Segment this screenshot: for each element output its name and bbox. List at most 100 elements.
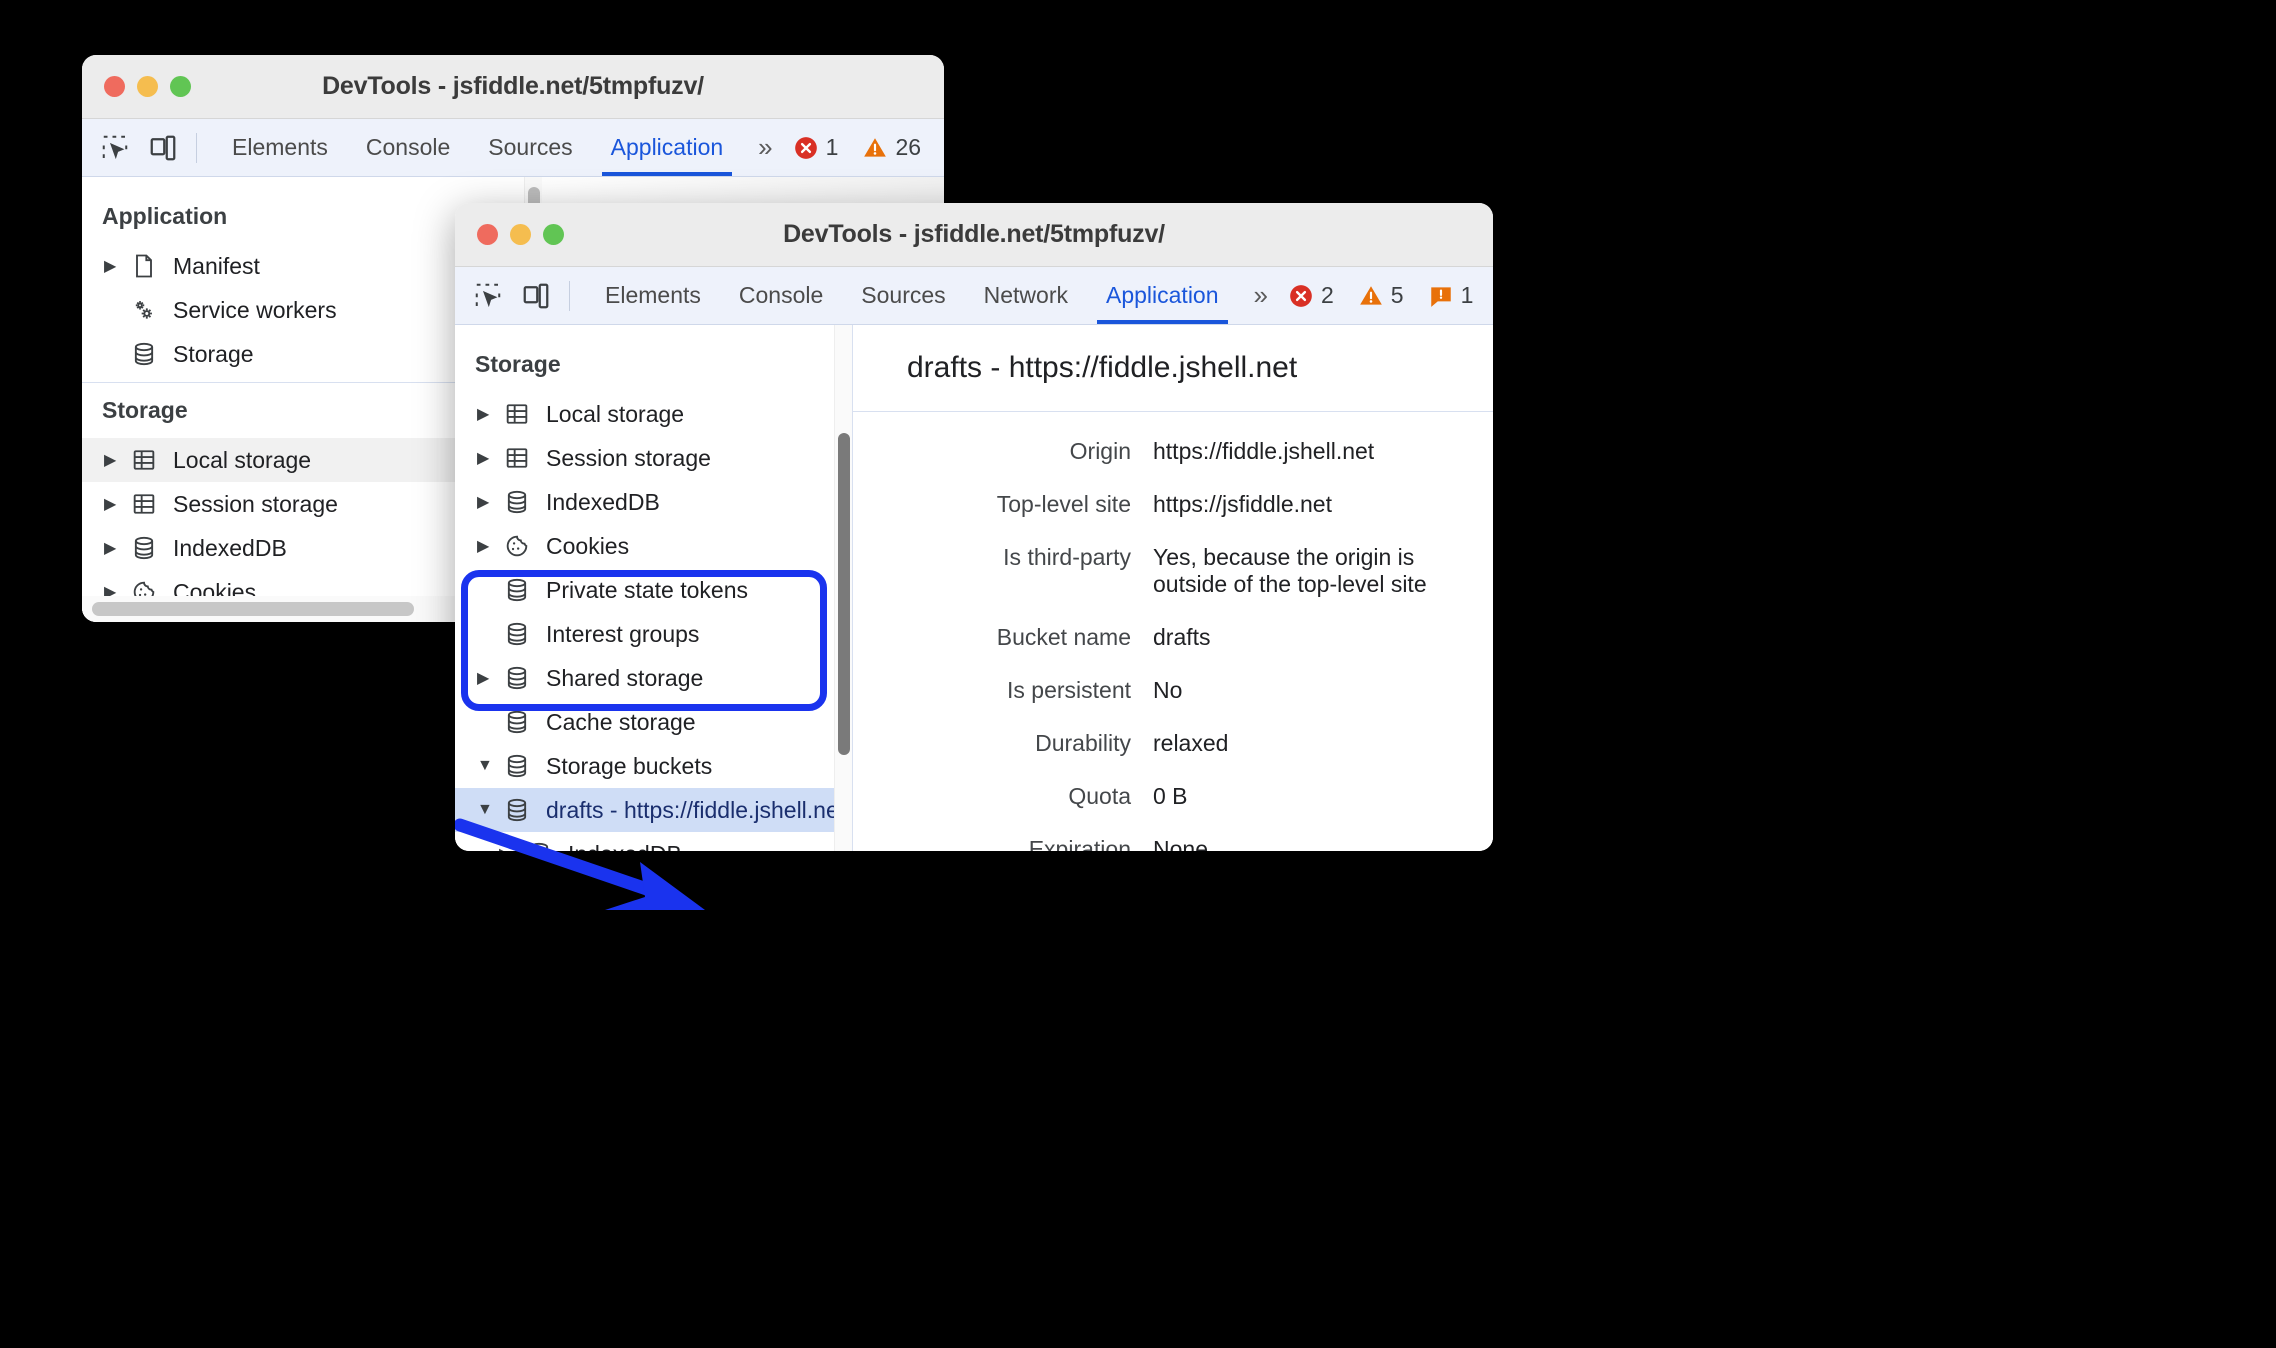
tree-item-indexeddb[interactable]: ▶ IndexedDB [455, 832, 852, 851]
tab-application[interactable]: Application [592, 119, 743, 176]
tree-item-private-state-tokens[interactable]: ▶Private state tokens [455, 568, 852, 612]
section-title: Storage [475, 351, 561, 377]
more-tabs-icon[interactable]: » [1238, 280, 1280, 311]
warning-count: 5 [1390, 282, 1404, 308]
sidebar-vscrollbar-front[interactable] [834, 325, 852, 851]
database-icon [503, 796, 533, 824]
window-title: DevTools - jsfiddle.net/5tmpfuzv/ [322, 72, 704, 100]
tree-item-local-storage[interactable]: ▶ Local storage [455, 392, 852, 436]
tree-item-drafts-https-fiddle-jshell-net[interactable]: ▼ drafts - https://fiddle.jshell.net [455, 788, 852, 832]
table-icon [503, 444, 533, 472]
tree-item-cookies[interactable]: ▶ Cookies [455, 524, 852, 568]
property-key: Expiration [1028, 836, 1131, 851]
property-row: Quota 0 B [853, 783, 1493, 810]
error-counter[interactable]: 2 [1280, 282, 1342, 309]
issue-count: 1 [1460, 282, 1474, 308]
property-row: Is third-party Yes, because the origin is… [853, 544, 1493, 598]
table-icon [503, 400, 533, 428]
error-icon [1290, 284, 1312, 307]
tree-item-interest-groups[interactable]: ▶Interest groups [455, 612, 852, 656]
devtools-tool-icons [82, 132, 213, 163]
chevron-right-icon[interactable]: ▶ [477, 536, 503, 556]
tree-item-indexeddb[interactable]: ▶ IndexedDB [455, 480, 852, 524]
window-title: DevTools - jsfiddle.net/5tmpfuzv/ [783, 220, 1165, 248]
chevron-down-icon[interactable]: ▼ [477, 801, 503, 819]
property-key: Bucket name [996, 624, 1131, 650]
device-toolbar-icon[interactable] [148, 133, 178, 163]
chevron-right-icon[interactable]: ▶ [477, 404, 503, 424]
tree-item-label: Session storage [546, 444, 711, 471]
tree-item-storage-buckets[interactable]: ▼ Storage buckets [455, 744, 852, 788]
property-row: Expiration None [853, 836, 1493, 851]
application-tree-front[interactable]: Storage ▶ Local storage ▶ Session storage ▶ In… [455, 325, 852, 851]
scrollbar-thumb[interactable] [92, 602, 414, 616]
tab-console[interactable]: Console [720, 267, 842, 324]
tab-network[interactable]: Network [965, 267, 1087, 324]
inspect-element-icon[interactable] [100, 133, 130, 163]
issue-counter[interactable]: 1 [1420, 282, 1482, 309]
chevron-right-icon[interactable]: ▶ [477, 668, 503, 688]
chevron-right-icon[interactable]: ▶ [104, 494, 130, 514]
property-key: Quota [1068, 783, 1131, 809]
chevron-right-icon[interactable]: ▶ [104, 256, 130, 276]
property-row: Bucket name drafts [853, 624, 1493, 651]
tab-application[interactable]: Application [1087, 267, 1238, 324]
tab-sources[interactable]: Sources [469, 119, 591, 176]
issue-counters-front[interactable]: 2 5 1 [1280, 281, 1493, 311]
devtools-window-front[interactable]: DevTools - jsfiddle.net/5tmpfuzv/ Elemen… [455, 203, 1493, 851]
more-tabs-icon[interactable]: » [742, 132, 784, 163]
tree-item-label: Storage buckets [546, 752, 713, 779]
tree-item-shared-storage[interactable]: ▶ Shared storage [455, 656, 852, 700]
tree-item-label: Service workers [173, 296, 337, 323]
tab-sources[interactable]: Sources [842, 267, 964, 324]
warning-icon [864, 137, 887, 157]
database-icon [503, 576, 533, 604]
warning-count: 26 [895, 134, 922, 160]
issue-counters-back[interactable]: 1 26 21 [785, 133, 944, 163]
property-value: https://jsfiddle.net [1153, 491, 1332, 517]
tab-elements[interactable]: Elements [586, 267, 720, 324]
issue-icon [1430, 286, 1451, 307]
chevron-right-icon[interactable]: ▶ [104, 450, 130, 470]
property-key: Is third-party [1003, 544, 1131, 570]
property-value: No [1153, 677, 1183, 703]
database-icon [503, 664, 533, 692]
error-counter[interactable]: 1 [785, 134, 847, 161]
tree-item-cache-storage[interactable]: ▶Cache storage [455, 700, 852, 744]
tree-item-session-storage[interactable]: ▶ Session storage [455, 436, 852, 480]
cookie-icon [503, 532, 533, 560]
application-sidebar-front[interactable]: Storage ▶ Local storage ▶ Session storage ▶ In… [455, 325, 853, 851]
tree-item-label: Cache storage [546, 708, 696, 735]
chevron-right-icon[interactable]: ▶ [477, 448, 503, 468]
screenshot-stage: DevTools - jsfiddle.net/5tmpfuzv/ Elemen… [0, 0, 2276, 1348]
scrollbar-thumb[interactable] [838, 433, 850, 755]
chevron-right-icon[interactable]: ▶ [104, 538, 130, 558]
tree-item-label: Session storage [173, 490, 338, 517]
tabstrip-front: Elements Console Sources Network Application… [455, 267, 1493, 325]
chevron-right-icon[interactable]: ▶ [499, 844, 525, 851]
device-toolbar-icon[interactable] [521, 281, 551, 311]
chevron-right-icon[interactable]: ▶ [477, 492, 503, 512]
warning-counter[interactable]: 5 [1350, 282, 1412, 309]
warning-icon [1359, 285, 1382, 305]
property-key: Top-level site [996, 491, 1131, 517]
tab-console[interactable]: Console [347, 119, 469, 176]
chevron-down-icon[interactable]: ▼ [477, 757, 503, 775]
panel-tabs-back[interactable]: Elements Console Sources Application [213, 119, 742, 176]
titlebar-front: DevTools - jsfiddle.net/5tmpfuzv/ [455, 203, 1493, 267]
error-icon [794, 136, 817, 159]
tree-item-label: Storage [173, 340, 254, 367]
issue-counter[interactable]: 21 [937, 134, 944, 161]
panel-body-front: Storage ▶ Local storage ▶ Session storage ▶ In… [455, 325, 1493, 851]
tree-item-label: IndexedDB [546, 488, 660, 515]
property-key: Durability [1035, 730, 1131, 756]
warning-counter[interactable]: 26 [854, 134, 929, 161]
table-icon [130, 446, 160, 474]
property-key: Origin [1069, 438, 1131, 464]
tab-elements[interactable]: Elements [213, 119, 347, 176]
toolbar-divider [196, 132, 197, 163]
panel-tabs-front[interactable]: Elements Console Sources Network Application [586, 267, 1238, 324]
property-row: Top-level site https://jsfiddle.net [853, 491, 1493, 518]
inspect-element-icon[interactable] [473, 281, 503, 311]
gears-icon [130, 296, 160, 324]
